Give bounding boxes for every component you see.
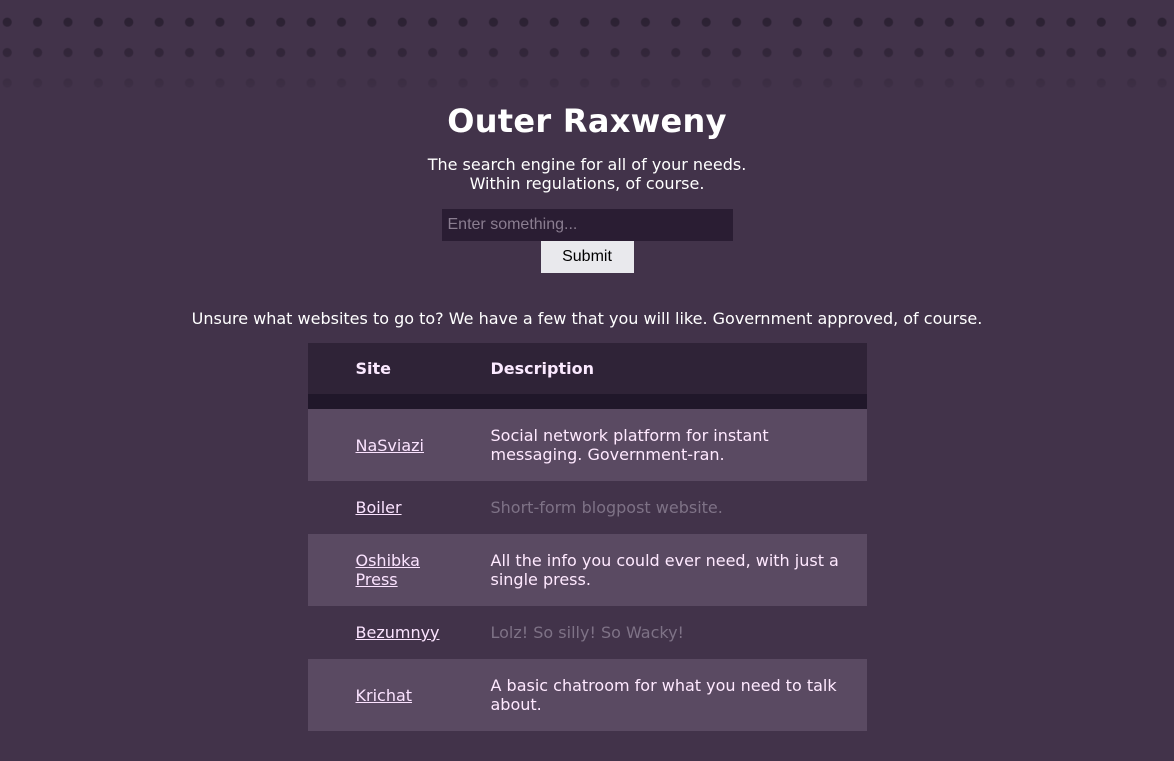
table-header-row: Site Description [307,343,867,394]
description-cell: Short-form blogpost website. [442,481,867,534]
search-input[interactable] [441,209,733,241]
description-cell: Lolz! So silly! So Wacky! [442,606,867,659]
submit-button[interactable]: Submit [540,241,634,273]
table-row: Krichat A basic chatroom for what you ne… [307,659,867,731]
description-cell: All the info you could ever need, with j… [442,534,867,606]
tagline: The search engine for all of your needs.… [0,155,1174,193]
table-row: Oshibka Press All the info you could eve… [307,534,867,606]
page: Outer Raxweny The search engine for all … [0,0,1174,731]
site-cell: Oshibka Press [307,534,443,606]
table-row: NaSviazi Social network platform for ins… [307,409,867,481]
site-column-header: Site [307,343,443,394]
header-separator [307,394,867,409]
site-link-bezumnyy[interactable]: Bezumnyy [356,623,440,642]
search-form: Submit [0,209,1174,273]
site-cell: Krichat [307,659,443,731]
description-column-header: Description [442,343,867,394]
page-title: Outer Raxweny [447,102,727,140]
site-link-nasviazi[interactable]: NaSviazi [356,436,425,455]
sites-table: Site Description NaSviazi Social network… [307,343,867,731]
description-cell: A basic chatroom for what you need to ta… [442,659,867,731]
intro-text: Unsure what websites to go to? We have a… [191,309,983,328]
tagline-line-2: Within regulations, of course. [469,174,705,193]
site-cell: Bezumnyy [307,606,443,659]
site-cell: NaSviazi [307,409,443,481]
site-link-krichat[interactable]: Krichat [356,686,413,705]
site-cell: Boiler [307,481,443,534]
description-cell: Social network platform for instant mess… [442,409,867,481]
table-row: Boiler Short-form blogpost website. [307,481,867,534]
tagline-line-1: The search engine for all of your needs. [427,155,747,174]
site-link-boiler[interactable]: Boiler [356,498,402,517]
table-row: Bezumnyy Lolz! So silly! So Wacky! [307,606,867,659]
site-link-oshibka-press[interactable]: Oshibka Press [356,551,420,589]
